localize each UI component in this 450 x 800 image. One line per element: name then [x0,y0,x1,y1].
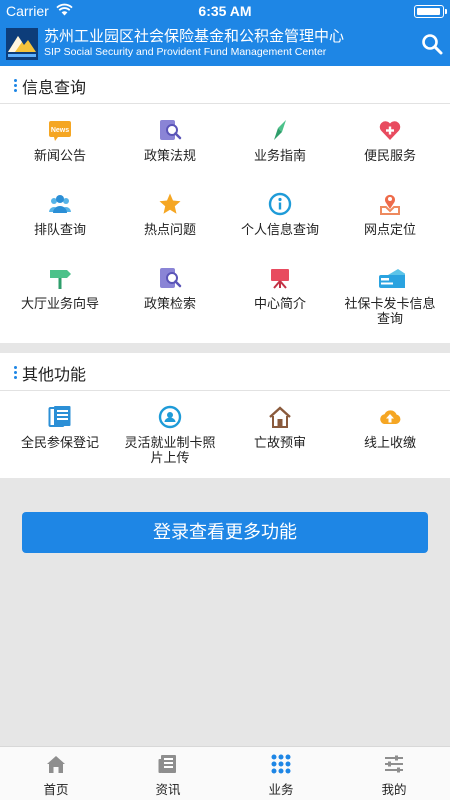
tab-label: 首页 [43,782,69,797]
app-title: 苏州工业园区社会保险基金和公积金管理中心 [44,27,345,45]
star-icon [159,193,181,214]
grid-item-label: 灵活就业制卡照片上传 [124,436,216,466]
compass-icon [274,120,286,140]
tab-label: 我的 [381,782,407,797]
search-icon[interactable] [420,32,444,56]
grid-item-label: 中心简介 [253,297,306,312]
tab-bar: 首页 资讯 业务 我的 [0,746,450,800]
signpost-icon [50,270,71,289]
grid-item-queue[interactable]: 排队查询 [4,192,116,238]
grid-item-label: 便民服务 [363,149,416,164]
grid-item-register[interactable]: 全民参保登记 [4,405,116,451]
grid-item-label: 热点问题 [143,223,196,238]
grid-item-label: 政策检索 [143,297,196,312]
section-marker-icon [14,79,18,93]
grid-item-service[interactable]: 便民服务 [334,118,446,164]
svg-text:News: News [51,127,69,134]
grid-item-hall-guide[interactable]: 大厅业务向导 [4,266,116,312]
cloud-upload-icon [380,410,401,424]
section-title: 其他功能 [22,365,87,384]
newspaper-icon [158,755,176,773]
center-logo-icon [6,28,38,60]
people-icon [49,195,71,213]
grid-item-policy[interactable]: 政策法规 [114,118,226,164]
grid-item-policy-search[interactable]: 政策检索 [114,266,226,312]
policy-search-icon [160,120,182,140]
tab-mine[interactable]: 我的 [338,747,450,800]
other-functions-section: 其他功能 全民参保登记 灵活就业制卡照片上传 亡故预审 线上收缴 [0,353,450,478]
tab-home[interactable]: 首页 [0,747,112,800]
grid-item-label: 排队查询 [33,223,86,238]
grid-item-news[interactable]: News 新闻公告 [4,118,116,164]
app-header: Carrier 6:35 AM 苏州工业园区社会保险基金和公积金管理中心 SIP… [0,0,450,66]
grid-item-hot[interactable]: 热点问题 [114,192,226,238]
home-icon [47,756,65,773]
grid-item-label: 社保卡发卡信息查询 [344,297,436,327]
grid-item-label: 线上收缴 [363,436,416,451]
location-pin-icon [380,194,400,215]
section-title: 信息查询 [22,78,87,97]
grid-item-card-info[interactable]: 社保卡发卡信息查询 [334,266,446,327]
status-bar: Carrier 6:35 AM [0,0,450,22]
grid-item-death-review[interactable]: 亡故预审 [224,405,336,451]
app-subtitle: SIP Social Security and Provident Fund M… [44,46,327,58]
sliders-icon [385,755,403,773]
card-icon [379,269,405,288]
app-bar: 苏州工业园区社会保险基金和公积金管理中心 SIP Social Security… [0,22,450,66]
house-icon [269,406,291,428]
person-circle-icon [158,405,182,429]
grid-item-personal-info[interactable]: 个人信息查询 [224,192,336,238]
heart-plus-icon [379,121,401,140]
news-icon: News [49,121,71,141]
section-header: 其他功能 [0,353,450,391]
battery-icon [414,5,447,18]
grid-item-intro[interactable]: 中心简介 [224,266,336,312]
grid-item-guide[interactable]: 业务指南 [224,118,336,164]
grid-item-locate[interactable]: 网点定位 [334,192,446,238]
tab-news[interactable]: 资讯 [112,747,224,800]
grid-item-photo-upload[interactable]: 灵活就业制卡照片上传 [114,405,226,466]
status-time: 6:35 AM [198,3,252,19]
tab-label: 业务 [268,782,294,797]
grid-item-label: 个人信息查询 [240,223,319,238]
info-icon [268,192,292,216]
grid-item-online-payment[interactable]: 线上收缴 [334,405,446,451]
grid-item-label: 政策法规 [143,149,196,164]
tab-business[interactable]: 业务 [225,747,337,800]
grid-item-label: 亡故预审 [253,436,306,451]
grid-item-label: 业务指南 [253,149,306,164]
policy-search-icon [160,268,182,288]
grid-item-label: 新闻公告 [33,149,86,164]
grid-item-label: 大厅业务向导 [20,297,99,312]
grid-item-label: 全民参保登记 [20,436,99,451]
login-more-button[interactable]: 登录查看更多功能 [22,512,428,553]
tab-label: 资讯 [155,782,181,797]
grid-item-label: 网点定位 [363,223,416,238]
register-doc-icon [48,406,71,427]
info-query-section: 信息查询 News 新闻公告 政策法规 业务指南 便民服务 排队查询 热点问题 … [0,66,450,343]
section-marker-icon [14,366,18,380]
grid-dots-icon [271,754,291,774]
easel-icon [271,269,289,289]
section-header: 信息查询 [0,66,450,104]
